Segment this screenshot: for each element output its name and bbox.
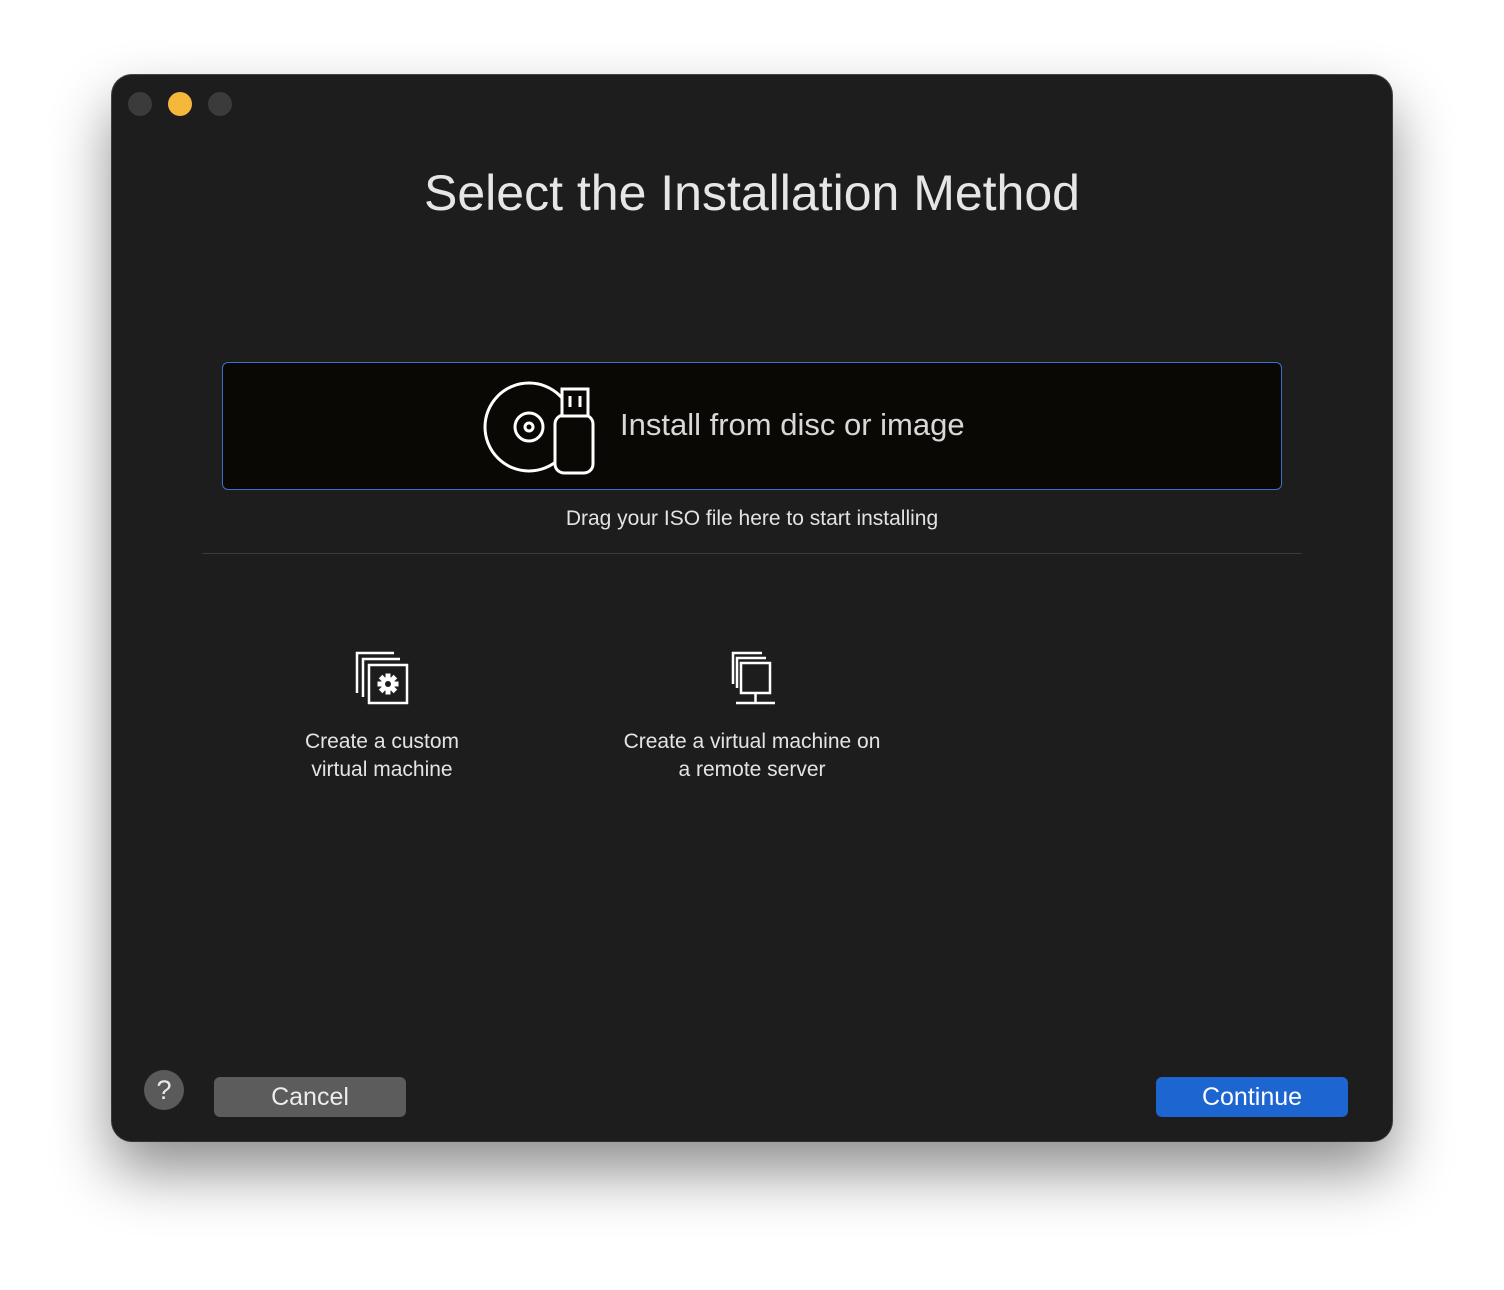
continue-button[interactable]: Continue (1156, 1077, 1348, 1117)
create-custom-vm-option[interactable]: Create a custom virtual machine (262, 650, 502, 784)
installation-method-window: Select the Installation Method Install f… (112, 75, 1392, 1141)
page-title: Select the Installation Method (424, 165, 1080, 221)
create-remote-vm-option[interactable]: Create a virtual machine on a remote ser… (592, 650, 912, 784)
close-window-button[interactable] (128, 92, 152, 116)
section-divider (202, 553, 1302, 554)
disc-usb-icon (483, 381, 595, 475)
install-from-disc-label: Install from disc or image (620, 407, 965, 442)
custom-vm-gear-icon (355, 651, 409, 705)
help-button[interactable]: ? (144, 1070, 184, 1110)
minimize-window-button[interactable] (168, 92, 192, 116)
cancel-button[interactable]: Cancel (214, 1077, 406, 1117)
remote-server-icon (731, 651, 775, 705)
zoom-window-button[interactable] (208, 92, 232, 116)
install-from-disc-option[interactable]: Install from disc or image (222, 362, 1282, 490)
drag-iso-hint: Drag your ISO file here to start install… (565, 507, 939, 530)
create-remote-vm-label: Create a virtual machine on a remote ser… (623, 730, 881, 781)
create-custom-vm-label: Create a custom virtual machine (304, 730, 460, 781)
